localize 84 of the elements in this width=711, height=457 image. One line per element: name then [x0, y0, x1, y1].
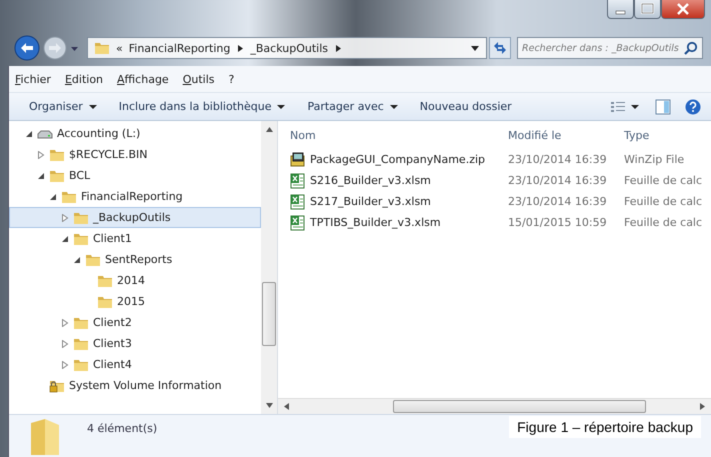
expanded-arrow-icon[interactable] — [24, 130, 32, 138]
menu-item[interactable]: Edition — [64, 72, 104, 86]
breadcrumb-item[interactable]: _BackupOutils — [250, 42, 328, 54]
figure-caption: Figure 1 – répertoire backup — [509, 416, 701, 438]
search-icon — [684, 41, 698, 55]
collapsed-arrow-icon[interactable] — [36, 150, 44, 158]
collapsed-arrow-icon[interactable] — [60, 340, 68, 348]
address-bar[interactable]: « FinancialReporting _BackupOutils — [87, 37, 487, 59]
back-button[interactable] — [14, 35, 40, 61]
expanded-arrow-icon[interactable] — [48, 192, 56, 200]
tree-item[interactable]: SentReports — [9, 249, 261, 270]
file-name[interactable]: PackageGUI_CompanyName.zip — [310, 153, 486, 166]
expanded-arrow-icon[interactable] — [60, 234, 68, 242]
menu-item[interactable]: Fichier — [15, 72, 51, 86]
breadcrumb-item[interactable]: FinancialReporting — [128, 42, 230, 54]
menu-item[interactable]: Affichage — [117, 72, 169, 86]
tree-item[interactable]: System Volume Information — [9, 375, 261, 396]
scroll-right-icon — [700, 403, 705, 410]
collapsed-arrow-icon[interactable] — [60, 318, 68, 326]
scroll-left-icon — [284, 403, 289, 410]
table-cell-text: 15/01/2015 10:59 — [508, 216, 608, 229]
dropdown-icon[interactable] — [470, 44, 480, 52]
table-cell-text: Feuille de calc — [624, 195, 704, 208]
scroll-thumb[interactable] — [393, 400, 646, 413]
table-cell-text: 23/10/2014 16:39 — [508, 153, 608, 166]
menu-item[interactable]: ? — [228, 72, 234, 86]
tree-item[interactable]: 2015 — [9, 291, 261, 312]
archive-icon — [290, 152, 306, 168]
tree-item[interactable]: $RECYCLE.BIN — [9, 144, 261, 165]
chevron-icon[interactable] — [236, 44, 244, 52]
table-cell-text: Feuille de calc — [624, 216, 704, 229]
file-name[interactable]: S216_Builder_v3.xlsm — [310, 174, 431, 187]
table-cell-text: 23/10/2014 16:39 — [508, 174, 608, 187]
tree-item[interactable]: Client4 — [9, 354, 261, 375]
tree-item[interactable]: BCL — [9, 165, 261, 186]
caret-icon — [390, 104, 398, 110]
search-field[interactable]: Rechercher dans : _BackupOutils — [517, 37, 703, 59]
collapsed-arrow-icon[interactable] — [60, 360, 68, 368]
caret-icon — [631, 104, 639, 110]
chevron-icon[interactable] — [334, 44, 342, 52]
tree-item[interactable]: Client3 — [9, 333, 261, 354]
tree-item[interactable]: Accounting (L:) — [9, 123, 261, 144]
close-button[interactable] — [661, 0, 705, 19]
caret-icon — [277, 104, 286, 110]
toolbar-button[interactable]: Inclure dans la bibliothèque — [114, 98, 290, 115]
menu-item[interactable]: Outils — [182, 72, 215, 86]
toolbar-button[interactable]: Organiser — [25, 98, 101, 115]
collapsed-arrow-icon[interactable] — [60, 214, 68, 222]
scroll-up-icon — [266, 127, 272, 132]
toolbar-button[interactable]: Partager avec — [303, 98, 402, 115]
minimize-button[interactable] — [607, 0, 634, 19]
tree-item[interactable]: FinancialReporting — [9, 186, 261, 207]
column-header[interactable]: Modifié le — [508, 128, 624, 142]
tree-item[interactable]: Client1 — [9, 228, 261, 249]
toolbar-button[interactable]: Nouveau dossier — [416, 98, 516, 115]
spreadsheet-icon — [290, 172, 306, 188]
table-cell-text: 23/10/2014 16:39 — [508, 195, 608, 208]
expanded-arrow-icon[interactable] — [36, 172, 44, 180]
forward-button[interactable] — [42, 35, 68, 61]
expanded-arrow-icon[interactable] — [72, 256, 80, 264]
column-header[interactable]: Type — [624, 128, 711, 142]
preview-pane-button[interactable] — [655, 98, 671, 114]
spreadsheet-icon — [290, 214, 306, 230]
maximize-button[interactable] — [634, 0, 661, 19]
tree-item[interactable]: Client2 — [9, 312, 261, 333]
list-view-icon — [611, 100, 625, 112]
file-name[interactable]: TPTIBS_Builder_v3.xlsm — [310, 216, 441, 229]
caret-icon — [88, 104, 97, 110]
tree-item[interactable]: _BackupOutils — [9, 207, 261, 228]
vertical-scrollbar[interactable] — [261, 121, 277, 414]
column-header[interactable]: Nom — [278, 128, 508, 142]
file-name[interactable]: S217_Builder_v3.xlsm — [310, 195, 431, 208]
refresh-button[interactable] — [489, 37, 511, 59]
horizontal-scrollbar[interactable] — [278, 398, 711, 414]
spreadsheet-icon — [290, 194, 306, 210]
scroll-thumb[interactable] — [262, 282, 276, 346]
breadcrumb-overflow[interactable]: « — [116, 42, 123, 54]
scroll-down-icon — [266, 403, 272, 408]
table-cell-text: Feuille de calc — [624, 174, 704, 187]
item-count: 4 élément(s) — [87, 422, 158, 435]
help-button[interactable] — [685, 98, 701, 114]
tree-item[interactable]: 2014 — [9, 270, 261, 291]
table-cell-text: WinZip File — [624, 153, 686, 166]
folder-icon — [94, 40, 110, 56]
